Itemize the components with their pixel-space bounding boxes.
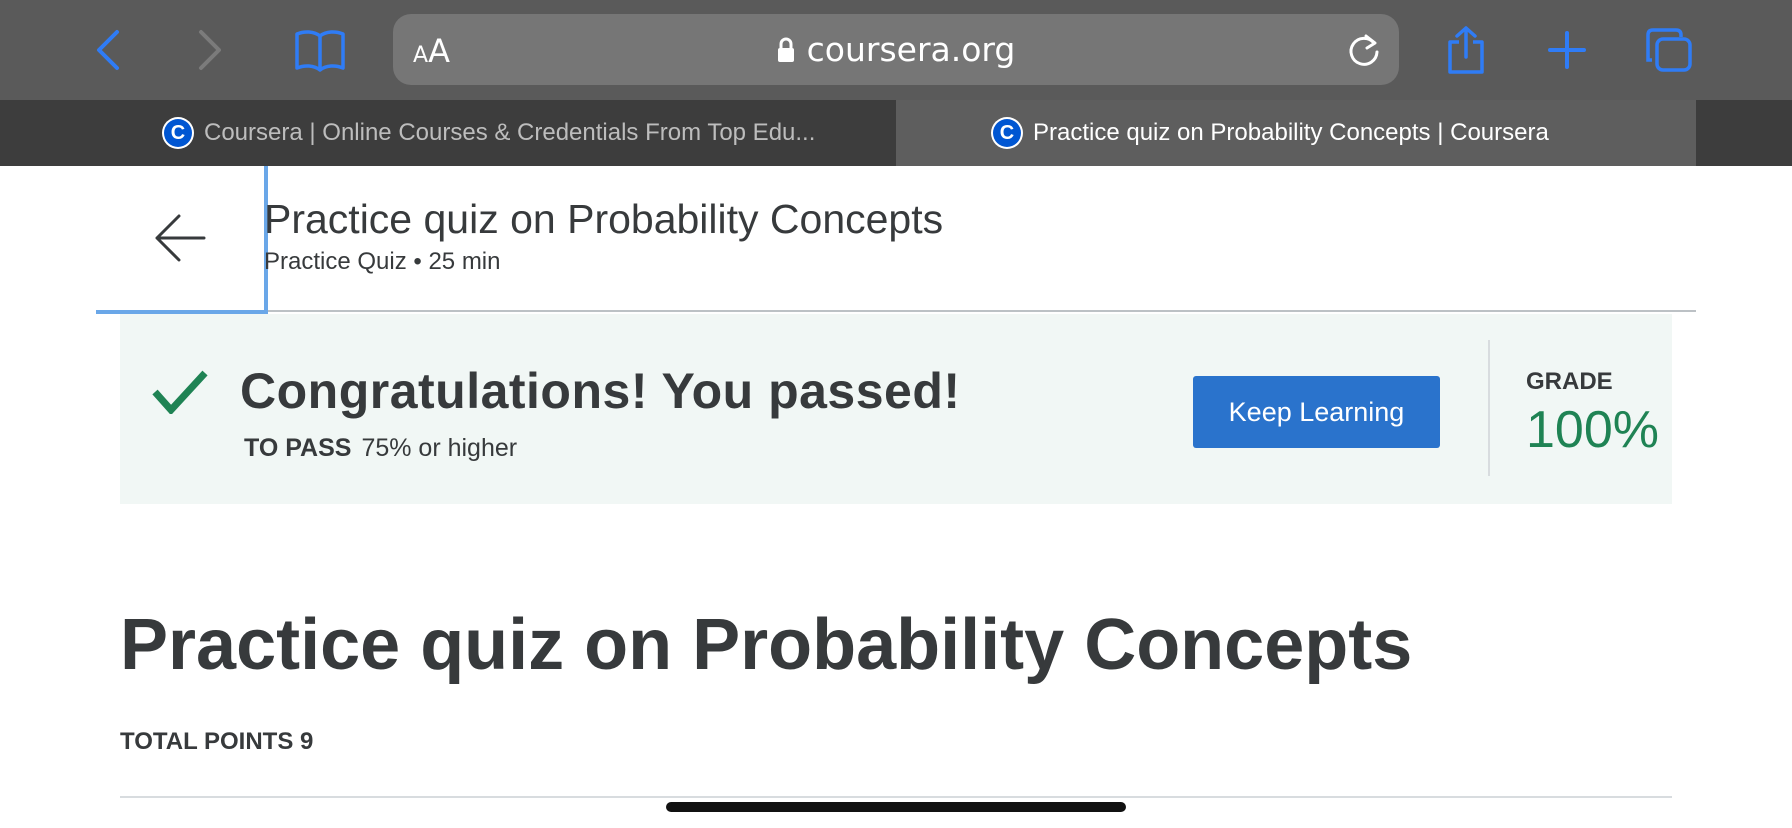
header-divider (268, 310, 1696, 312)
coursera-favicon-icon: C (162, 117, 194, 149)
browser-toolbar: AA coursera.org (0, 0, 1792, 100)
vertical-divider (1488, 340, 1490, 476)
tab-coursera-home[interactable]: C Coursera | Online Courses & Credential… (0, 100, 896, 166)
lock-icon (777, 37, 794, 62)
tab-bar: C Coursera | Online Courses & Credential… (0, 100, 1792, 166)
share-icon[interactable] (1436, 20, 1496, 80)
tab-title: Coursera | Online Courses & Credentials … (204, 119, 816, 146)
grade-value: 100% (1526, 401, 1659, 459)
page-title: Practice quiz on Probability Concepts (264, 196, 944, 242)
pass-requirement: TO PASS 75% or higher (244, 434, 517, 463)
content-divider (120, 796, 1672, 798)
tab-practice-quiz[interactable]: C Practice quiz on Probability Concepts … (896, 100, 1696, 166)
bookmarks-icon[interactable] (290, 20, 350, 80)
forward-icon[interactable] (180, 20, 240, 80)
grade-label: GRADE (1526, 368, 1613, 395)
to-pass-label: TO PASS (244, 434, 352, 462)
address-bar[interactable]: AA coursera.org (393, 14, 1399, 85)
coursera-favicon-icon: C (991, 117, 1023, 149)
tabs-icon[interactable] (1639, 20, 1699, 80)
back-button[interactable] (96, 166, 268, 314)
total-points: TOTAL POINTS 9 (120, 728, 314, 755)
keep-learning-button[interactable]: Keep Learning (1193, 376, 1440, 448)
to-pass-value: 75% or higher (361, 434, 518, 462)
reload-icon[interactable] (1347, 32, 1381, 73)
tab-title: Practice quiz on Probability Concepts | … (1033, 119, 1549, 146)
new-tab-icon[interactable] (1537, 20, 1597, 80)
pass-message: Congratulations! You passed! (240, 363, 961, 419)
page-subtitle: Practice Quiz • 25 min (264, 248, 501, 275)
url-display[interactable]: coursera.org (393, 30, 1399, 69)
arrow-left-icon (155, 214, 206, 262)
back-icon[interactable] (78, 20, 138, 80)
checkmark-icon (152, 370, 208, 414)
quiz-heading: Practice quiz on Probability Concepts (120, 605, 1413, 685)
url-text: coursera.org (806, 30, 1016, 69)
result-panel: Congratulations! You passed! TO PASS 75% … (120, 314, 1672, 504)
home-indicator[interactable] (666, 802, 1126, 812)
